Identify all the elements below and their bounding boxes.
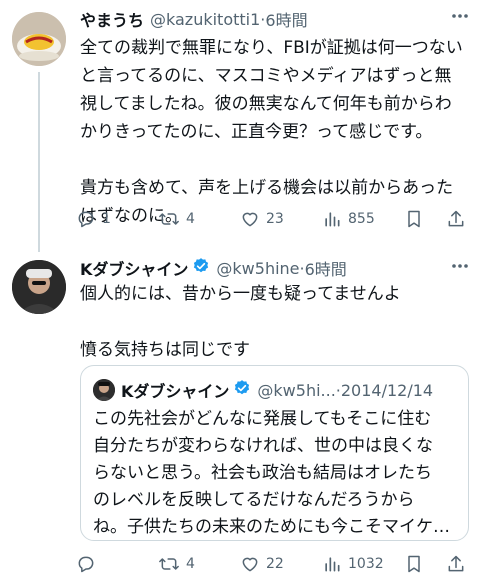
share-button[interactable] (446, 554, 466, 574)
tweet-text-para1: 個人的には、昔から一度も疑ってませんよ (80, 284, 401, 304)
bookmark-icon (408, 555, 420, 573)
tweet-text-para1: 全ての裁判で無罪になり、FBIが証拠は何一つない と言ってるのに、マスコミやメデ… (80, 38, 463, 142)
handle[interactable]: @kazukitotti1 (150, 10, 260, 29)
tweet-text: 個人的には、昔から一度も疑ってませんよ 憤る気持ちは同じです (80, 280, 468, 364)
views-icon (325, 212, 340, 227)
timestamp[interactable]: 6時間 (265, 7, 307, 31)
display-name[interactable]: やまうち (80, 7, 144, 31)
share-button[interactable] (446, 209, 466, 229)
views-button[interactable]: 1032 (322, 554, 384, 574)
quote-header: Kダブシャイン @kw5hi... · 2014/12/14 (93, 378, 433, 402)
share-icon (448, 210, 464, 227)
like-button[interactable]: 23 (240, 209, 284, 229)
share-icon (448, 555, 464, 572)
reply-icon (78, 211, 94, 228)
quote-display-name: Kダブシャイン (121, 382, 230, 401)
views-count: 1032 (348, 556, 384, 572)
quote-date: 2014/12/14 (340, 380, 434, 400)
action-bar: 1 4 23 855 (72, 206, 472, 232)
quote-avatar (93, 379, 115, 401)
thread-line (38, 72, 40, 252)
reply-icon (78, 556, 94, 573)
repost-count: 4 (186, 556, 195, 572)
like-button[interactable]: 22 (240, 554, 284, 574)
quote-text: この先社会がどんなに発展してもそこに住む 自分たちが変わらなければ、世の中は良く… (93, 409, 450, 537)
verified-badge-icon (192, 257, 210, 279)
views-count: 855 (348, 211, 375, 227)
action-bar: 4 22 1032 (72, 551, 472, 577)
tweet-text: 全ての裁判で無罪になり、FBIが証拠は何一つない と言ってるのに、マスコミやメデ… (80, 34, 468, 230)
bookmark-icon (408, 210, 420, 228)
avatar[interactable] (12, 12, 66, 66)
repost-button[interactable]: 4 (158, 209, 195, 229)
bookmark-button[interactable] (404, 209, 424, 229)
tweet-header: Kダブシャイン @kw5hine · 6時間 (80, 256, 347, 280)
reply-count: 1 (102, 211, 111, 227)
repost-count: 4 (186, 211, 195, 227)
handle[interactable]: @kw5hine (216, 259, 299, 278)
like-icon (242, 557, 258, 572)
tweet-2[interactable]: Kダブシャイン @kw5hine · 6時間 個人的には、昔から一度も疑ってませ… (0, 250, 480, 584)
like-icon (242, 212, 258, 227)
like-count: 23 (266, 211, 284, 227)
avatar[interactable] (12, 260, 66, 314)
more-icon[interactable] (450, 6, 470, 31)
timestamp[interactable]: 6時間 (305, 256, 347, 280)
bookmark-button[interactable] (404, 554, 424, 574)
display-name[interactable]: Kダブシャイン (80, 256, 188, 280)
quote-handle: @kw5hi... (257, 380, 336, 400)
repost-button[interactable]: 4 (158, 554, 195, 574)
tweet-header: やまうち @kazukitotti1 · 6時間 (80, 7, 308, 31)
quote-tweet[interactable]: Kダブシャイン @kw5hi... · 2014/12/14 この先社会がどんな… (80, 365, 469, 541)
reply-button[interactable]: 1 (76, 209, 111, 229)
repost-icon (159, 558, 179, 570)
tweet-text-para2: 憤る気持ちは同じです (80, 340, 250, 360)
views-icon (325, 557, 340, 572)
repost-icon (159, 213, 179, 225)
tweet-1[interactable]: やまうち @kazukitotti1 · 6時間 全ての裁判で無罪になり、FBI… (0, 0, 480, 252)
reply-button[interactable] (76, 554, 102, 574)
more-icon[interactable] (450, 256, 470, 281)
verified-badge-icon (233, 379, 251, 401)
views-button[interactable]: 855 (322, 209, 375, 229)
like-count: 22 (266, 556, 284, 572)
